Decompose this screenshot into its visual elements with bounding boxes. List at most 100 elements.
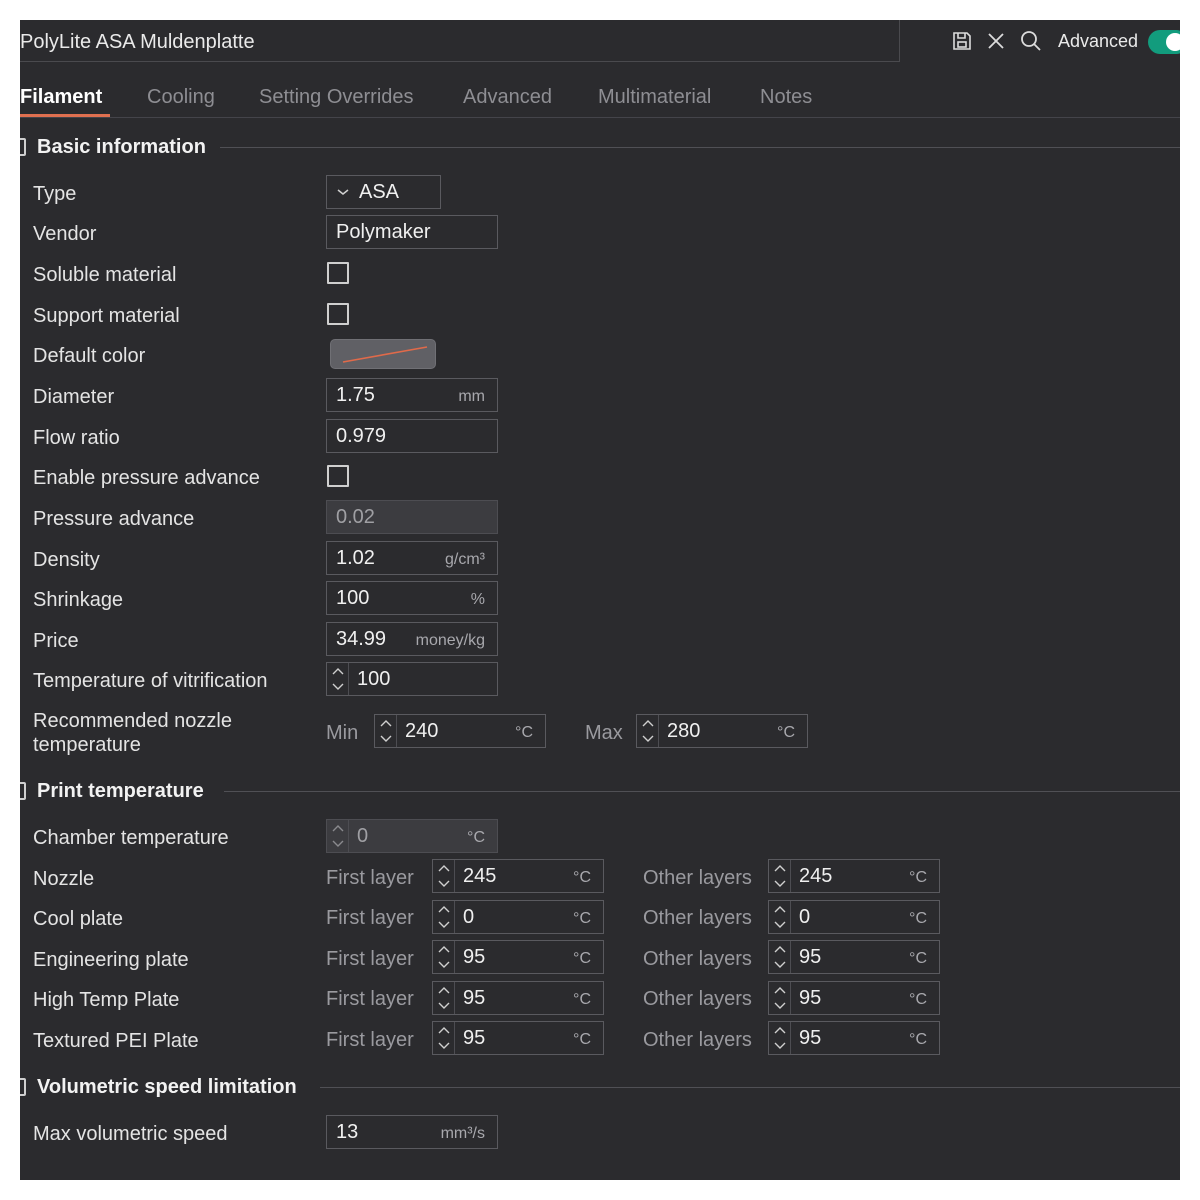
toggle-knob	[1166, 33, 1180, 51]
spinner-arrows[interactable]	[433, 982, 455, 1014]
tab-cooling[interactable]: Cooling	[147, 86, 215, 109]
diameter-field[interactable]: 1.75 mm	[326, 378, 498, 412]
soluble-label: Soluble material	[33, 264, 177, 286]
spinner-arrows[interactable]	[769, 901, 791, 933]
spinner-arrows-icon	[332, 825, 344, 847]
spinner-arrows[interactable]	[637, 715, 659, 747]
spinner-arrows[interactable]	[769, 982, 791, 1014]
preset-title-box[interactable]: PolyLite ASA Muldenplatte	[20, 20, 900, 62]
spinner-arrows[interactable]	[375, 715, 397, 747]
textured-pei-plate-other-layers-field[interactable]: 95 °C	[768, 1021, 940, 1055]
chevron-down-icon	[337, 189, 349, 195]
pressure-advance-enable-label: Enable pressure advance	[33, 467, 260, 489]
cool-plate-other-layers-field[interactable]: 0 °C	[768, 900, 940, 934]
spinner-arrows[interactable]	[769, 941, 791, 973]
cool-plate-first-layer-field[interactable]: 0 °C	[432, 900, 604, 934]
tab-setting-overrides[interactable]: Setting Overrides	[259, 86, 414, 109]
price-field[interactable]: 34.99 money/kg	[326, 622, 498, 656]
price-value: 34.99	[336, 628, 387, 650]
density-field[interactable]: 1.02 g/cm³	[326, 541, 498, 575]
temp-unit: °C	[573, 910, 591, 927]
filament-settings-panel: PolyLite ASA Muldenplatte Advanced Filam…	[20, 20, 1180, 1180]
active-tab-indicator	[20, 114, 110, 117]
price-unit: money/kg	[415, 632, 485, 649]
density-unit: g/cm³	[445, 551, 485, 568]
max-volumetric-speed-value: 13	[336, 1121, 359, 1143]
type-dropdown[interactable]: ASA	[326, 175, 441, 209]
nozzle-min-field[interactable]: 240 °C	[374, 714, 546, 748]
chamber-temperature-unit: °C	[467, 829, 485, 846]
other-layers-label: Other layers	[643, 988, 752, 1010]
soluble-checkbox[interactable]	[327, 262, 349, 284]
advanced-mode-toggle[interactable]	[1148, 30, 1180, 54]
vitrification-value: 100	[357, 668, 391, 690]
color-swatch-button[interactable]	[330, 339, 436, 369]
temp-value: 0	[799, 906, 811, 928]
spinner-arrows-icon	[438, 987, 450, 1009]
spinner-arrows[interactable]	[433, 901, 455, 933]
max-volumetric-speed-label: Max volumetric speed	[33, 1123, 228, 1145]
engineering-plate-other-layers-field[interactable]: 95 °C	[768, 940, 940, 974]
nozzle-max-field[interactable]: 280 °C	[636, 714, 808, 748]
nozzle-first-layer-field[interactable]: 245 °C	[432, 859, 604, 893]
temp-value: 245	[799, 865, 833, 887]
max-volumetric-speed-unit: mm³/s	[440, 1125, 485, 1142]
price-label: Price	[33, 630, 79, 652]
section-volumetric-speed: Volumetric speed limitation	[20, 1074, 1180, 1102]
pressure-advance-value: 0.02	[336, 506, 375, 528]
section-print-temperature: Print temperature	[20, 778, 1180, 806]
spinner-arrows-icon	[774, 1027, 786, 1049]
shrinkage-value: 100	[336, 587, 370, 609]
spinner-arrows[interactable]	[327, 663, 349, 695]
spinner-arrows[interactable]	[433, 1022, 455, 1054]
engineering-plate-first-layer-field[interactable]: 95 °C	[432, 940, 604, 974]
vitrification-label: Temperature of vitrification	[33, 670, 268, 692]
chamber-temperature-field[interactable]: 0 °C	[326, 819, 498, 853]
nozzle-other-layers-field[interactable]: 245 °C	[768, 859, 940, 893]
tab-advanced[interactable]: Advanced	[463, 86, 552, 109]
temp-unit: °C	[573, 950, 591, 967]
default-color-label: Default color	[33, 345, 146, 367]
temp-row-label: Nozzle	[33, 868, 95, 890]
other-layers-label: Other layers	[643, 1029, 752, 1051]
spinner-arrows[interactable]	[433, 941, 455, 973]
flow-ratio-value: 0.979	[336, 425, 387, 447]
spinner-arrows[interactable]	[769, 860, 791, 892]
shrinkage-field[interactable]: 100 %	[326, 581, 498, 615]
textured-pei-plate-first-layer-field[interactable]: 95 °C	[432, 1021, 604, 1055]
temp-value: 95	[799, 1027, 822, 1049]
tab-filament[interactable]: Filament	[20, 86, 102, 109]
pressure-advance-checkbox[interactable]	[327, 465, 349, 487]
flow-ratio-field[interactable]: 0.979	[326, 419, 498, 453]
search-icon[interactable]	[1019, 29, 1043, 53]
diameter-value: 1.75	[336, 384, 375, 406]
temp-value: 95	[799, 946, 822, 968]
max-volumetric-speed-field[interactable]: 13 mm³/s	[326, 1115, 498, 1149]
first-layer-label: First layer	[326, 867, 414, 889]
tab-bar: Filament Cooling Setting Overrides Advan…	[20, 82, 1180, 118]
diameter-label: Diameter	[33, 386, 115, 408]
pressure-advance-field[interactable]: 0.02	[326, 500, 498, 534]
first-layer-label: First layer	[326, 948, 414, 970]
nozzle-max-unit: °C	[777, 724, 795, 741]
vendor-field[interactable]: Polymaker	[326, 215, 498, 249]
high-temp-plate-other-layers-field[interactable]: 95 °C	[768, 981, 940, 1015]
spinner-arrows[interactable]	[327, 820, 349, 852]
close-icon[interactable]	[984, 29, 1008, 53]
tab-multimaterial[interactable]: Multimaterial	[598, 86, 711, 109]
temp-row-label: Engineering plate	[33, 949, 189, 971]
temp-unit: °C	[573, 869, 591, 886]
high-temp-plate-first-layer-field[interactable]: 95 °C	[432, 981, 604, 1015]
spinner-arrows-icon	[774, 946, 786, 968]
support-checkbox[interactable]	[327, 303, 349, 325]
temp-unit: °C	[573, 1031, 591, 1048]
tab-notes[interactable]: Notes	[760, 86, 812, 109]
spinner-arrows[interactable]	[433, 860, 455, 892]
first-layer-label: First layer	[326, 1029, 414, 1051]
save-icon[interactable]	[950, 29, 974, 53]
recommended-nozzle-label-2: temperature	[33, 734, 141, 756]
nozzle-max-value: 280	[667, 720, 701, 742]
spinner-arrows[interactable]	[769, 1022, 791, 1054]
diameter-unit: mm	[458, 388, 485, 405]
vitrification-field[interactable]: 100	[326, 662, 498, 696]
